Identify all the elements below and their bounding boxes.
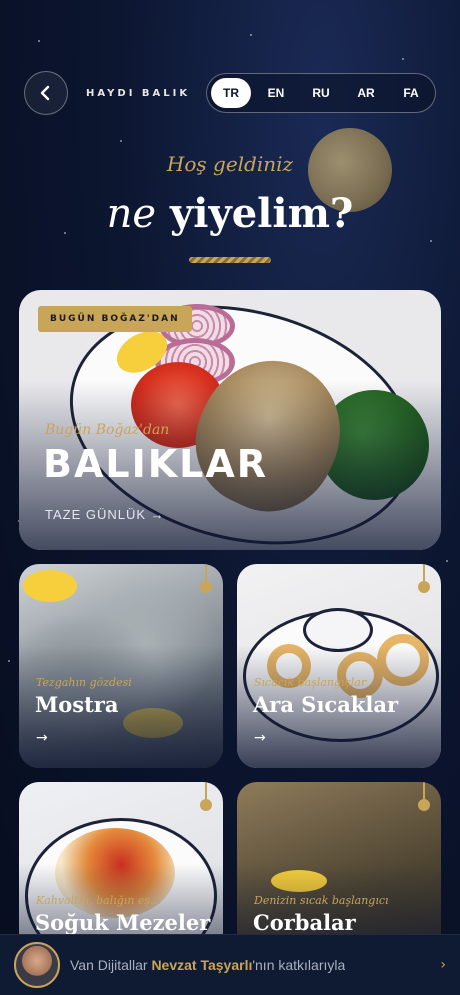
category-card-mostra[interactable]: Tezgahın gözdesi Mostra → xyxy=(19,564,223,768)
category-subtitle: Denizin sıcak başlangıcı xyxy=(254,894,389,907)
featured-title: BALIKLAR xyxy=(43,442,269,486)
avatar xyxy=(14,942,60,988)
language-option-ar[interactable]: AR xyxy=(346,78,386,108)
arrow-right-icon: → xyxy=(254,730,266,746)
pin-dot-icon xyxy=(200,799,212,811)
pin-dot-icon xyxy=(200,581,212,593)
page-headline: ne yiyelim? xyxy=(0,190,460,237)
pin-dot-icon xyxy=(418,581,430,593)
language-option-tr[interactable]: TR xyxy=(211,78,251,108)
gold-divider xyxy=(189,257,271,263)
featured-cta[interactable]: TAZE GÜNLÜK → xyxy=(45,507,165,522)
language-switcher: TR EN RU AR FA xyxy=(206,73,436,113)
welcome-text: Hoş geldiniz xyxy=(166,152,294,176)
language-option-ru[interactable]: RU xyxy=(301,78,341,108)
pin-dot-icon xyxy=(418,799,430,811)
category-title: Ara Sıcaklar xyxy=(253,692,399,717)
credits-footer[interactable]: Van Dijitallar Nevzat Taşyarlı'nın katkı… xyxy=(0,934,460,995)
language-option-fa[interactable]: FA xyxy=(391,78,431,108)
back-button[interactable] xyxy=(24,71,68,115)
category-subtitle: Kahvaltılı, balığın eş… xyxy=(36,894,162,907)
headline-bold: yiyelim? xyxy=(170,190,354,237)
chevron-left-icon xyxy=(40,85,50,101)
category-title: Corbalar xyxy=(253,910,356,935)
chevron-right-icon: › xyxy=(440,957,446,973)
featured-card-baliklar[interactable]: BUGÜN BOĞAZ'DAN Bugün Boğaz'dan BALIKLAR… xyxy=(19,290,441,550)
category-title: Soğuk Mezeler xyxy=(35,910,211,935)
top-bar: HAYDI BALIK TR EN RU AR FA xyxy=(24,71,436,115)
featured-badge: BUGÜN BOĞAZ'DAN xyxy=(38,306,192,332)
credits-text: Van Dijitallar Nevzat Taşyarlı'nın katkı… xyxy=(70,957,346,973)
arrow-right-icon: → xyxy=(36,730,48,746)
category-card-ara-sicaklar[interactable]: Sıcacık başlangıçlar Ara Sıcaklar → xyxy=(237,564,441,768)
featured-subtitle: Bugün Boğaz'dan xyxy=(45,422,170,438)
language-option-en[interactable]: EN xyxy=(256,78,296,108)
category-subtitle: Sıcacık başlangıçlar xyxy=(254,676,367,689)
headline-italic: ne xyxy=(106,191,157,237)
category-subtitle: Tezgahın gözdesi xyxy=(36,676,132,689)
category-title: Mostra xyxy=(35,692,119,717)
brand-name: HAYDI BALIK xyxy=(86,87,191,99)
